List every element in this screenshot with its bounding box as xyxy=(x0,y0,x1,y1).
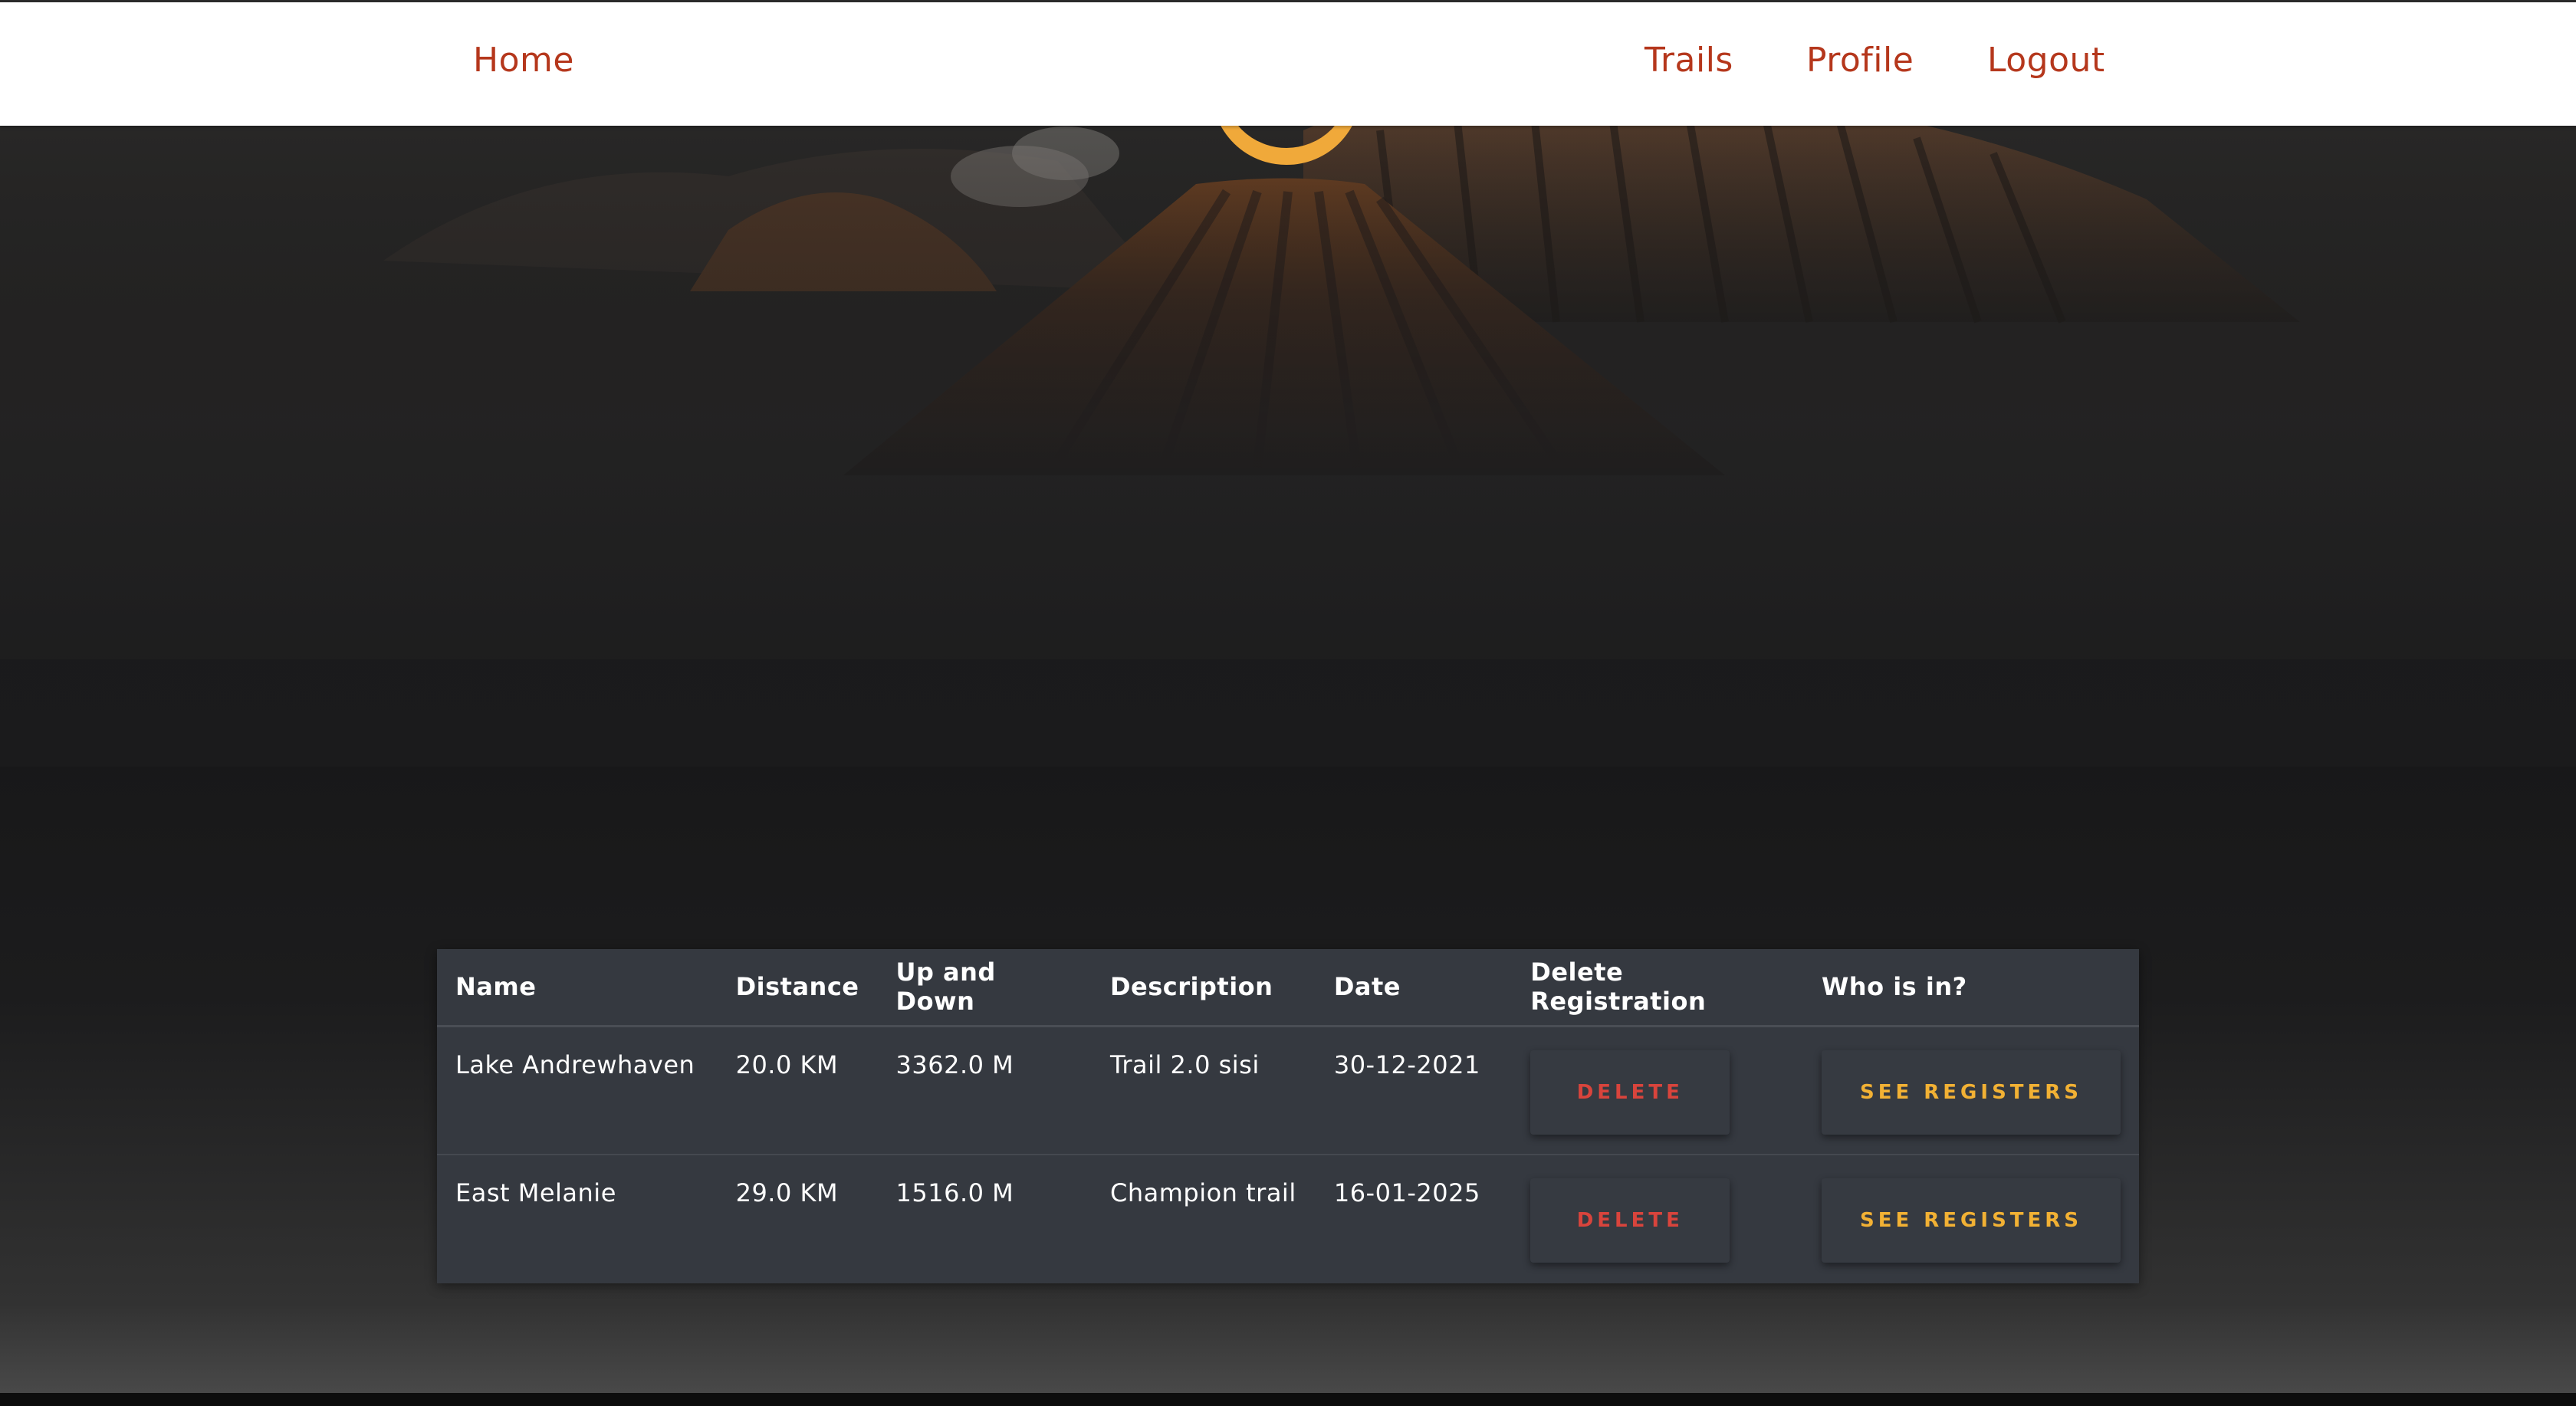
registrations-table: Name Distance Up and Down Description Da… xyxy=(437,949,2139,1283)
cell-distance: 29.0 KM xyxy=(735,1178,839,1207)
nav-home-link[interactable]: Home xyxy=(473,41,574,80)
cell-date: 30-12-2021 xyxy=(1315,1026,1513,1155)
delete-button[interactable]: DELETE xyxy=(1530,1050,1730,1135)
header-who-is-in: Who is in? xyxy=(1803,949,2139,1027)
delete-button[interactable]: DELETE xyxy=(1530,1178,1730,1263)
navbar: Home Trails Profile Logout xyxy=(0,0,2576,126)
page: Home Trails Profile Logout Name Distance… xyxy=(0,0,2576,1406)
header-date: Date xyxy=(1315,949,1513,1027)
cell-name: Lake Andrewhaven xyxy=(437,1026,718,1155)
cell-up-and-down: 3362.0 M xyxy=(877,1026,1092,1155)
see-registers-button[interactable]: SEE REGISTERS xyxy=(1822,1050,2121,1135)
cell-description: Champion trail xyxy=(1109,1178,1296,1207)
cell-date: 16-01-2025 xyxy=(1333,1178,1480,1207)
cell-distance: 20.0 KM xyxy=(717,1026,878,1155)
cell-description: Trail 2.0 sisi xyxy=(1091,1026,1316,1155)
nav-logout-link[interactable]: Logout xyxy=(1987,41,2105,80)
see-registers-button[interactable]: SEE REGISTERS xyxy=(1822,1178,2121,1263)
header-description: Description xyxy=(1091,949,1316,1027)
cell-registers: SEE REGISTERS xyxy=(1803,1155,2139,1283)
table-row: East Melanie 29.0 KM 1516.0 M Champion t… xyxy=(437,1155,2139,1283)
table-row: Lake Andrewhaven 20.0 KM 3362.0 M Trail … xyxy=(437,1026,2139,1155)
cell-delete: DELETE xyxy=(1512,1026,1803,1155)
cell-registers: SEE REGISTERS xyxy=(1803,1026,2139,1155)
table-header-row: Name Distance Up and Down Description Da… xyxy=(437,949,2139,1027)
header-name: Name xyxy=(437,949,718,1027)
header-up-and-down: Up and Down xyxy=(877,949,1092,1027)
nav-trails-link[interactable]: Trails xyxy=(1644,41,1733,80)
bottom-divider xyxy=(0,1393,2576,1406)
registrations-table-container: Name Distance Up and Down Description Da… xyxy=(437,949,2139,1283)
cell-name: East Melanie xyxy=(455,1178,616,1207)
header-distance: Distance xyxy=(717,949,878,1027)
nav-profile-link[interactable]: Profile xyxy=(1806,41,1914,80)
cell-delete: DELETE xyxy=(1512,1155,1803,1283)
header-delete-registration: Delete Registration xyxy=(1512,949,1803,1027)
cell-up-and-down: 1516.0 M xyxy=(895,1178,1014,1207)
